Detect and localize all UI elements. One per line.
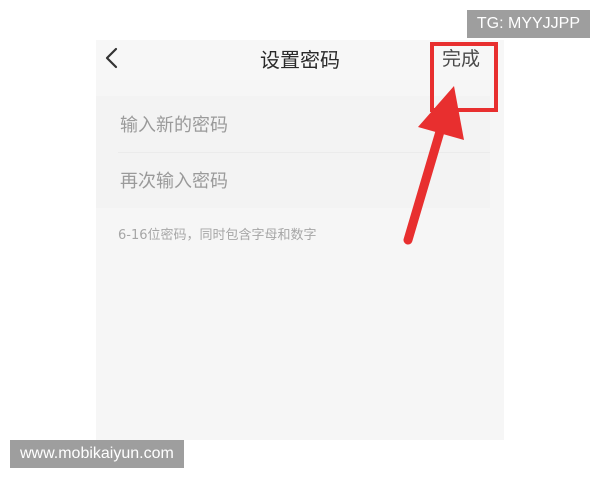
watermark-site: www.mobikaiyun.com	[10, 440, 184, 468]
watermark-telegram: TG: MYYJJPP	[466, 10, 590, 38]
confirm-password-row	[96, 152, 490, 208]
set-password-screen: 设置密码 完成 6-16位密码，同时包含字母和数字	[96, 40, 504, 440]
chevron-left-icon[interactable]	[102, 46, 122, 70]
new-password-input[interactable]	[118, 109, 462, 141]
navigation-bar: 设置密码 完成	[96, 40, 504, 80]
password-rule-hint: 6-16位密码，同时包含字母和数字	[118, 228, 317, 243]
done-button[interactable]: 完成	[442, 44, 480, 71]
new-password-row	[96, 96, 490, 152]
confirm-password-input[interactable]	[118, 165, 462, 197]
screenshot-canvas: 设置密码 完成 6-16位密码，同时包含字母和数字 TG: MYYJJPP ww…	[0, 0, 600, 480]
password-form	[96, 96, 490, 208]
